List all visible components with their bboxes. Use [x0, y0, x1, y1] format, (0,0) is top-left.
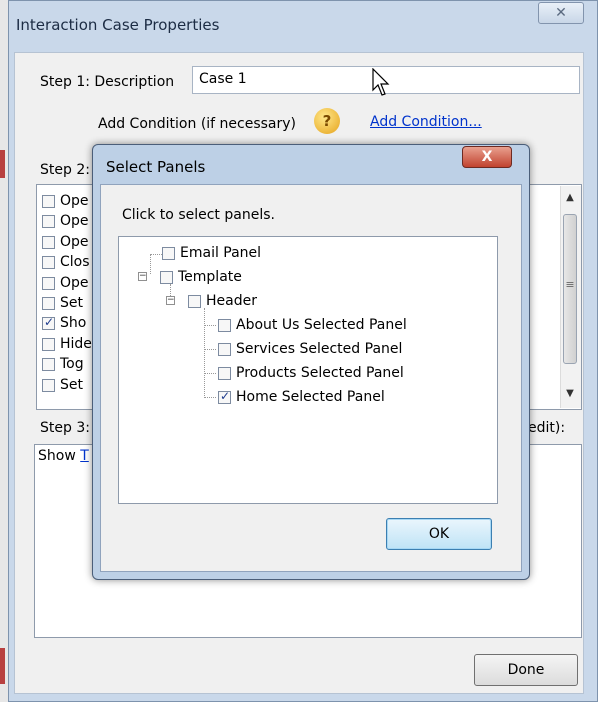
action-label: Tog [60, 356, 84, 373]
step3-target-link[interactable]: T [80, 448, 89, 464]
dialog-title: Interaction Case Properties [16, 16, 220, 34]
tree-node-checkbox[interactable] [162, 247, 175, 260]
step3-label-suffix: edit): [528, 420, 566, 436]
action-checkbox[interactable] [42, 315, 55, 331]
background-marker [0, 150, 5, 178]
tree-connector [204, 397, 216, 398]
scroll-grip-icon: ≡ [565, 278, 575, 291]
tree-node-checkbox[interactable] [160, 271, 173, 284]
tree-node-checkbox[interactable] [218, 343, 231, 356]
tree-connector [150, 254, 162, 255]
tree-connector [204, 373, 216, 374]
scroll-down-icon[interactable]: ▼ [560, 388, 580, 406]
step3-text-show: Show [38, 448, 76, 464]
step3-text: Show T [38, 448, 89, 464]
action-label: Set [60, 295, 83, 311]
done-button[interactable]: Done [474, 654, 578, 686]
action-checkbox[interactable] [42, 235, 55, 249]
step3-label: Step 3: [40, 420, 90, 436]
background-marker [0, 648, 5, 684]
action-checkbox[interactable] [42, 378, 55, 392]
tree-node-label: Email Panel [180, 245, 262, 261]
action-checkbox[interactable] [42, 276, 55, 290]
add-condition-label: Add Condition (if necessary) [98, 116, 297, 132]
tree-node-checkbox[interactable] [218, 367, 231, 380]
step2-label: Step 2: [40, 162, 90, 178]
tree-node-label: About Us Selected Panel [236, 317, 407, 333]
action-label: Ope [60, 213, 89, 230]
select-panels-instruction: Click to select panels. [122, 207, 275, 223]
action-label: Ope [60, 274, 89, 291]
action-checkbox[interactable] [42, 337, 55, 351]
tree-node-label: Services Selected Panel [236, 341, 403, 357]
tree-connector [150, 254, 151, 274]
tree-connector [204, 325, 216, 326]
action-label: Hide [60, 335, 92, 352]
tree-connector [204, 308, 205, 396]
background-edge [0, 0, 8, 702]
select-panels-title: Select Panels [106, 158, 206, 176]
action-checkbox[interactable] [42, 297, 55, 310]
add-condition-link[interactable]: Add Condition... [370, 114, 482, 130]
action-label: Ope [60, 233, 89, 250]
tree-node-checkbox[interactable] [188, 295, 201, 308]
tree-collapse-icon[interactable]: − [166, 296, 175, 305]
action-checkbox[interactable] [42, 358, 55, 372]
action-label: Ope [60, 193, 89, 209]
tree-node-checkbox[interactable] [218, 389, 231, 404]
close-button[interactable]: ✕ [538, 2, 584, 24]
tree-node-label: Home Selected Panel [236, 389, 385, 405]
tree-connector [204, 349, 216, 350]
action-label: Set [60, 376, 83, 393]
tree-node-checkbox[interactable] [218, 319, 231, 332]
action-label: Sho [60, 315, 87, 332]
select-panels-close-button[interactable]: X [462, 146, 512, 168]
action-label: Clos [60, 254, 90, 271]
action-checkbox[interactable] [42, 215, 55, 229]
step1-label: Step 1: Description [40, 74, 175, 90]
scroll-up-icon[interactable]: ▲ [560, 192, 580, 210]
help-icon[interactable]: ? [314, 108, 340, 134]
tree-node-label: Template [178, 269, 242, 285]
tree-collapse-icon[interactable]: − [138, 272, 147, 281]
tree-node-label: Products Selected Panel [236, 365, 404, 381]
mouse-cursor-icon [372, 68, 390, 96]
ok-button[interactable]: OK [386, 518, 492, 550]
action-checkbox[interactable] [42, 256, 55, 270]
action-checkbox[interactable] [42, 195, 55, 208]
tree-node-label: Header [206, 293, 257, 309]
